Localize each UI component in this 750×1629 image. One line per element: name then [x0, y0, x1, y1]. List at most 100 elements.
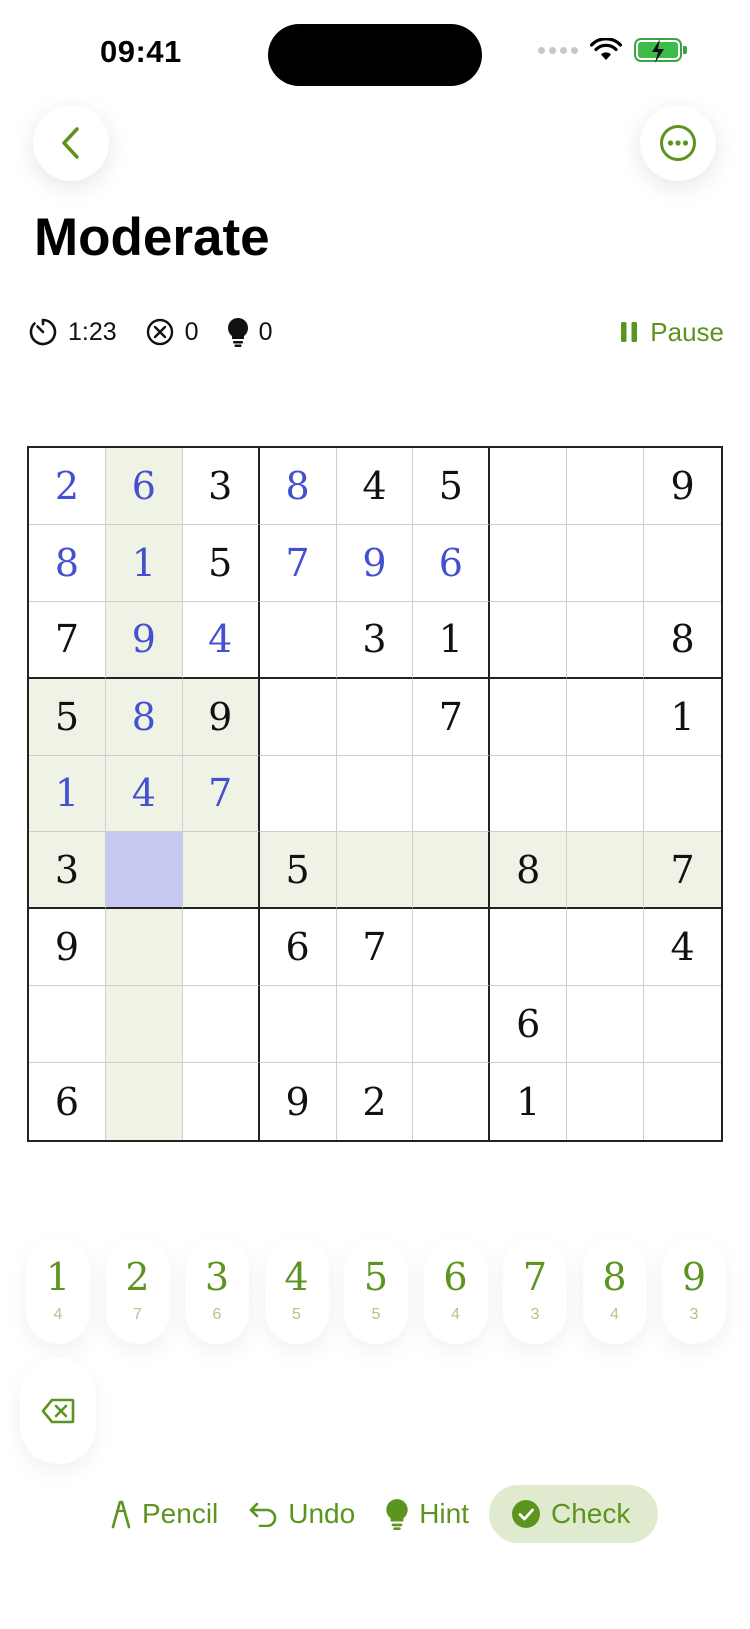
sudoku-cell[interactable]: [567, 678, 645, 756]
sudoku-cell[interactable]: [105, 909, 183, 987]
sudoku-cell[interactable]: [182, 1063, 260, 1140]
sudoku-cell[interactable]: [567, 986, 645, 1064]
sudoku-cell[interactable]: [567, 755, 645, 833]
sudoku-cell[interactable]: 3: [29, 832, 106, 910]
sudoku-cell[interactable]: [182, 909, 260, 987]
sudoku-cell[interactable]: [182, 832, 260, 910]
sudoku-cell[interactable]: [490, 601, 568, 679]
sudoku-cell[interactable]: [644, 986, 721, 1064]
sudoku-cell[interactable]: 6: [105, 448, 183, 525]
sudoku-cell[interactable]: [336, 832, 414, 910]
sudoku-cell[interactable]: 5: [413, 448, 491, 525]
sudoku-cell[interactable]: [336, 986, 414, 1064]
sudoku-cell[interactable]: [105, 1063, 183, 1140]
sudoku-cell[interactable]: [259, 755, 337, 833]
sudoku-cell[interactable]: 2: [336, 1063, 414, 1140]
sudoku-cell[interactable]: [567, 832, 645, 910]
sudoku-cell[interactable]: 5: [259, 832, 337, 910]
sudoku-cell[interactable]: 8: [105, 678, 183, 756]
sudoku-cell[interactable]: [490, 448, 568, 525]
number-key[interactable]: 14: [26, 1238, 90, 1344]
sudoku-cell[interactable]: 2: [29, 448, 106, 525]
sudoku-cell[interactable]: [336, 755, 414, 833]
sudoku-cell[interactable]: [105, 832, 183, 910]
sudoku-cell[interactable]: [490, 524, 568, 602]
sudoku-cell[interactable]: [259, 986, 337, 1064]
sudoku-cell[interactable]: 1: [105, 524, 183, 602]
sudoku-cell[interactable]: 6: [490, 986, 568, 1064]
number-key[interactable]: 36: [185, 1238, 249, 1344]
sudoku-cell[interactable]: [336, 678, 414, 756]
check-button[interactable]: Check: [489, 1485, 659, 1543]
sudoku-cell[interactable]: [259, 601, 337, 679]
sudoku-cell[interactable]: 5: [29, 678, 106, 756]
number-key[interactable]: 27: [105, 1238, 170, 1344]
sudoku-cell[interactable]: [490, 909, 568, 987]
sudoku-cell[interactable]: [182, 986, 260, 1064]
sudoku-cell[interactable]: [644, 1063, 721, 1140]
hint-button[interactable]: Hint: [375, 1485, 479, 1543]
sudoku-cell[interactable]: 9: [336, 524, 414, 602]
sudoku-cell[interactable]: 6: [259, 909, 337, 987]
sudoku-cell[interactable]: 9: [105, 601, 183, 679]
sudoku-cell[interactable]: [567, 448, 645, 525]
sudoku-cell[interactable]: 1: [29, 755, 106, 833]
sudoku-cell[interactable]: 4: [182, 601, 260, 679]
sudoku-cell[interactable]: 9: [259, 1063, 337, 1140]
sudoku-cell[interactable]: 8: [644, 601, 721, 679]
number-key-remaining: 4: [610, 1306, 619, 1323]
sudoku-cell[interactable]: [29, 986, 106, 1064]
sudoku-cell[interactable]: 5: [182, 524, 260, 602]
pause-button[interactable]: Pause: [620, 317, 724, 348]
number-key[interactable]: 64: [423, 1238, 488, 1344]
sudoku-cell[interactable]: [644, 524, 721, 602]
sudoku-cell[interactable]: 1: [413, 601, 491, 679]
sudoku-cell[interactable]: [413, 986, 491, 1064]
number-key-digit: 9: [681, 1255, 707, 1299]
number-key[interactable]: 84: [582, 1238, 647, 1344]
number-key[interactable]: 73: [503, 1238, 567, 1344]
sudoku-cell[interactable]: 6: [29, 1063, 106, 1140]
sudoku-cell[interactable]: [490, 678, 568, 756]
sudoku-cell[interactable]: 7: [336, 909, 414, 987]
sudoku-cell[interactable]: 7: [182, 755, 260, 833]
sudoku-cell[interactable]: 7: [29, 601, 106, 679]
sudoku-cell[interactable]: [567, 1063, 645, 1140]
sudoku-cell[interactable]: [644, 755, 721, 833]
undo-button[interactable]: Undo: [238, 1485, 365, 1543]
sudoku-cell[interactable]: [259, 678, 337, 756]
back-button[interactable]: [33, 105, 109, 181]
sudoku-cell[interactable]: [105, 986, 183, 1064]
more-options-button[interactable]: [640, 105, 716, 181]
sudoku-cell[interactable]: 9: [29, 909, 106, 987]
number-key[interactable]: 55: [344, 1238, 408, 1344]
sudoku-cell[interactable]: 4: [336, 448, 414, 525]
sudoku-cell[interactable]: 4: [105, 755, 183, 833]
sudoku-cell[interactable]: 6: [413, 524, 491, 602]
sudoku-cell[interactable]: 3: [336, 601, 414, 679]
sudoku-cell[interactable]: 8: [259, 448, 337, 525]
sudoku-cell[interactable]: [413, 755, 491, 833]
sudoku-cell[interactable]: [567, 524, 645, 602]
sudoku-cell[interactable]: [490, 755, 568, 833]
number-key[interactable]: 45: [264, 1238, 329, 1344]
sudoku-cell[interactable]: 8: [29, 524, 106, 602]
number-key[interactable]: 93: [662, 1238, 726, 1344]
sudoku-cell[interactable]: [413, 909, 491, 987]
sudoku-cell[interactable]: 4: [644, 909, 721, 987]
erase-button[interactable]: [20, 1358, 96, 1464]
pencil-button[interactable]: Pencil: [100, 1485, 228, 1543]
sudoku-cell[interactable]: 7: [259, 524, 337, 602]
sudoku-cell[interactable]: [567, 909, 645, 987]
sudoku-cell[interactable]: 8: [490, 832, 568, 910]
sudoku-cell[interactable]: 3: [182, 448, 260, 525]
sudoku-cell[interactable]: [567, 601, 645, 679]
sudoku-cell[interactable]: 1: [644, 678, 721, 756]
sudoku-cell[interactable]: [413, 1063, 491, 1140]
sudoku-cell[interactable]: 7: [413, 678, 491, 756]
sudoku-cell[interactable]: 9: [644, 448, 721, 525]
sudoku-cell[interactable]: 1: [490, 1063, 568, 1140]
sudoku-cell[interactable]: 7: [644, 832, 721, 910]
sudoku-cell[interactable]: [413, 832, 491, 910]
sudoku-cell[interactable]: 9: [182, 678, 260, 756]
